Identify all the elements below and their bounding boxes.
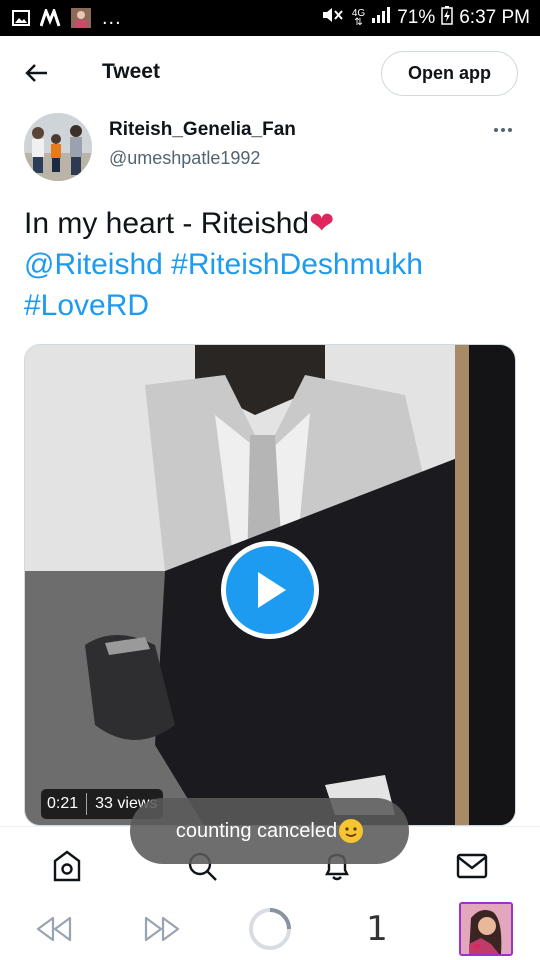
media-app-icon: [40, 8, 62, 28]
smile-emoji-icon: [339, 819, 364, 843]
nav-messages[interactable]: [455, 849, 489, 883]
toast-message: counting canceled: [130, 798, 409, 864]
arrow-left-icon: [25, 64, 47, 82]
battery-percent: 71%: [397, 7, 436, 28]
play-icon: [258, 572, 286, 608]
badge-divider: [86, 793, 88, 815]
video-duration: 0:21: [47, 795, 79, 812]
home-icon: [53, 850, 81, 882]
tab-count[interactable]: 1: [360, 906, 394, 952]
author-name[interactable]: Riteish_Genelia_Fan: [109, 119, 296, 141]
more-dot-icon: [494, 128, 498, 132]
page-title: Tweet: [102, 60, 160, 83]
author-handle[interactable]: @umeshpatle1992: [109, 148, 260, 169]
tweet-mentions-hashtags[interactable]: @Riteishd #RiteishDeshmukh: [24, 244, 524, 285]
more-dot-icon: [501, 128, 505, 132]
tweet-header: Tweet Open app: [0, 36, 540, 110]
status-bar: ... 4G ⇅ 71% 6:37 PM: [0, 0, 540, 36]
open-app-button[interactable]: Open app: [381, 51, 518, 96]
more-options-button[interactable]: [488, 118, 518, 142]
heart-emoji: ❤: [309, 207, 335, 240]
nav-home[interactable]: [50, 849, 84, 883]
network-type: 4G ⇅: [351, 8, 366, 28]
browser-reload-button[interactable]: [246, 906, 294, 952]
tab-switcher-thumbnail[interactable]: ❤: [458, 901, 514, 957]
profile-thumb-icon: [70, 8, 92, 28]
fast-forward-icon: [144, 916, 180, 942]
notification-overflow: ...: [102, 6, 122, 29]
battery-icon: [441, 5, 453, 31]
browser-back-button[interactable]: [34, 906, 74, 952]
rewind-icon: [36, 916, 72, 942]
avatar[interactable]: [24, 113, 92, 181]
mail-icon: [456, 853, 488, 879]
toast-text: counting canceled: [175, 819, 338, 842]
tweet-line-1: In my heart - Riteishd❤: [24, 207, 335, 240]
browser-forward-button[interactable]: [142, 906, 182, 952]
play-button[interactable]: [221, 541, 319, 639]
tweet-text: In my heart - Riteishd❤ @Riteishd #Ritei…: [24, 203, 524, 326]
loading-spinner-icon: [249, 908, 291, 950]
svg-text:❤: ❤: [473, 943, 481, 953]
tab-thumbnail-image: ❤: [459, 902, 513, 956]
browser-toolbar: 1 ❤: [0, 898, 540, 960]
image-icon: [10, 8, 32, 28]
mute-icon: [320, 6, 346, 30]
clock: 6:37 PM: [459, 7, 530, 28]
more-dot-icon: [508, 128, 512, 132]
video-player[interactable]: 0:21 33 views: [24, 344, 516, 826]
notification-icons: ...: [10, 7, 122, 30]
signal-icon: [371, 6, 391, 30]
back-button[interactable]: [22, 58, 52, 88]
tweet-hashtag-lovrd[interactable]: #LoveRD: [24, 285, 524, 326]
